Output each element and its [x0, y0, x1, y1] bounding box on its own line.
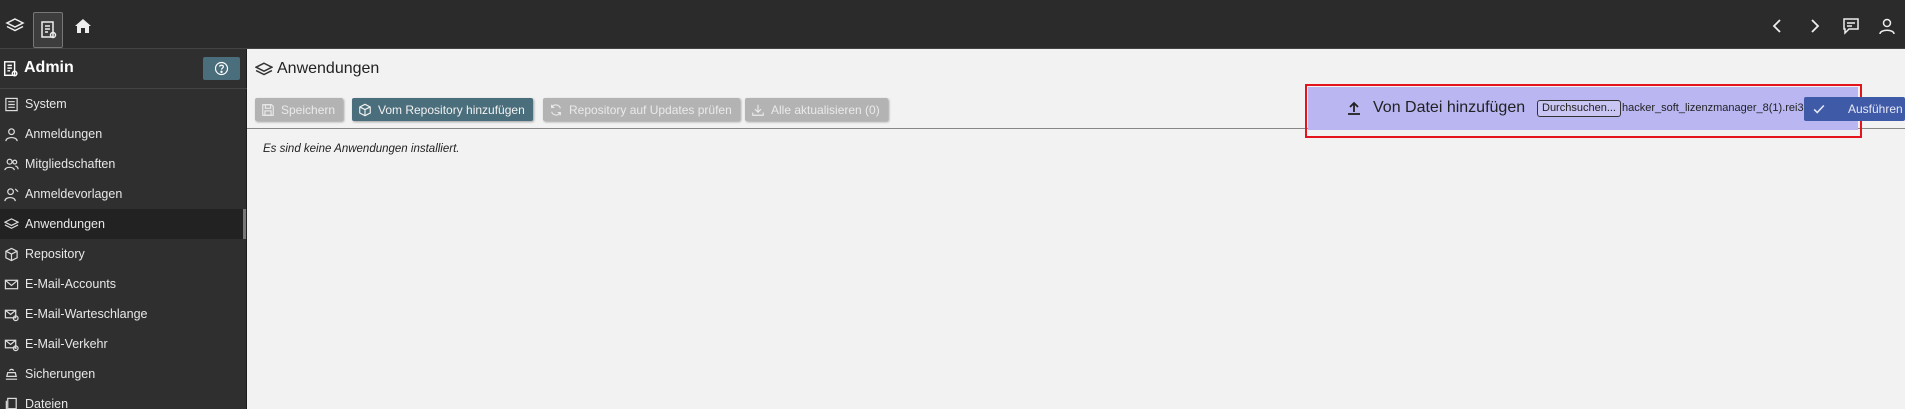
check-updates-label: Repository auf Updates prüfen: [569, 102, 732, 117]
check-updates-button[interactable]: Repository auf Updates prüfen: [543, 98, 740, 121]
layers-icon[interactable]: [0, 11, 30, 41]
sidebar-item-label: Repository: [25, 247, 85, 261]
sidebar-item-label: Mitgliedschaften: [25, 157, 116, 171]
backup-icon: [2, 365, 20, 383]
execute-label: Ausführen: [1848, 102, 1903, 116]
sidebar-item-label: E-Mail-Verkehr: [25, 337, 108, 351]
cube-icon: [359, 103, 371, 116]
top-bar: [0, 0, 1905, 49]
home-icon[interactable]: [68, 11, 98, 41]
feedback-icon[interactable]: [1836, 11, 1866, 41]
refresh-icon: [551, 103, 561, 116]
sidebar-item-repository[interactable]: Repository: [0, 239, 247, 269]
sidebar-item-anwendungen[interactable]: Anwendungen: [0, 209, 247, 239]
save-icon: [262, 103, 274, 116]
save-button-label: Speichern: [281, 102, 336, 117]
sidebar-item-label: Sicherungen: [25, 367, 96, 381]
chevron-right-icon[interactable]: [1800, 11, 1830, 41]
sidebar: Admin System Anmeldungen Mitgliedschafte…: [0, 49, 247, 409]
layers-icon: [2, 215, 20, 233]
files-icon: [2, 395, 20, 409]
sidebar-item-anmeldungen[interactable]: Anmeldungen: [0, 119, 247, 149]
sidebar-item-dateien[interactable]: Dateien: [0, 389, 247, 409]
mail-queue-icon: [2, 305, 20, 323]
sidebar-item-label: Dateien: [25, 397, 69, 409]
page-title: Anwendungen: [277, 60, 380, 77]
update-all-button[interactable]: Alle aktualisieren (0): [745, 98, 888, 121]
sidebar-item-email-warteschlange[interactable]: E-Mail-Warteschlange: [0, 299, 247, 329]
sidebar-item-label: E-Mail-Accounts: [25, 277, 116, 291]
sidebar-item-label: Anwendungen: [25, 217, 105, 231]
sidebar-header: Admin: [0, 49, 247, 89]
sidebar-item-system[interactable]: System: [0, 89, 247, 119]
sidebar-item-label: Anmeldungen: [25, 127, 103, 141]
add-from-repository-button[interactable]: Vom Repository hinzufügen: [352, 98, 533, 121]
users-icon: [2, 155, 20, 173]
execute-button[interactable]: Ausführen: [1804, 97, 1905, 121]
mail-icon: [2, 275, 20, 293]
highlight-box: [1305, 84, 1862, 138]
layers-icon: [254, 61, 274, 84]
doc-list-icon: [2, 95, 20, 113]
admin-doc-icon: [2, 60, 20, 83]
sidebar-item-mitgliedschaften[interactable]: Mitgliedschaften: [0, 149, 247, 179]
cube-icon: [2, 245, 20, 263]
save-button[interactable]: Speichern: [255, 98, 344, 121]
update-all-label: Alle aktualisieren (0): [771, 102, 880, 117]
admin-doc-icon[interactable]: [33, 12, 63, 48]
sidebar-item-email-verkehr[interactable]: E-Mail-Verkehr: [0, 329, 247, 359]
sidebar-title: Admin: [24, 59, 74, 76]
sidebar-item-sicherungen[interactable]: Sicherungen: [0, 359, 247, 389]
empty-message: Es sind keine Anwendungen installiert.: [263, 143, 460, 155]
sidebar-item-email-accounts[interactable]: E-Mail-Accounts: [0, 269, 247, 299]
user-icon: [2, 125, 20, 143]
check-icon: [1813, 104, 1825, 114]
help-icon: [214, 61, 229, 76]
user-template-icon: [2, 185, 20, 203]
sidebar-item-anmeldevorlagen[interactable]: Anmeldevorlagen: [0, 179, 247, 209]
sidebar-item-label: Anmeldevorlagen: [25, 187, 123, 201]
add-from-repository-label: Vom Repository hinzufügen: [378, 102, 525, 117]
sidebar-item-label: System: [25, 97, 67, 111]
sidebar-scrollbar[interactable]: [243, 209, 246, 239]
download-icon: [752, 104, 764, 116]
mail-traffic-icon: [2, 335, 20, 353]
chevron-left-icon[interactable]: [1762, 11, 1792, 41]
user-icon[interactable]: [1872, 11, 1902, 41]
help-button[interactable]: [203, 57, 240, 80]
sidebar-item-label: E-Mail-Warteschlange: [25, 307, 148, 321]
